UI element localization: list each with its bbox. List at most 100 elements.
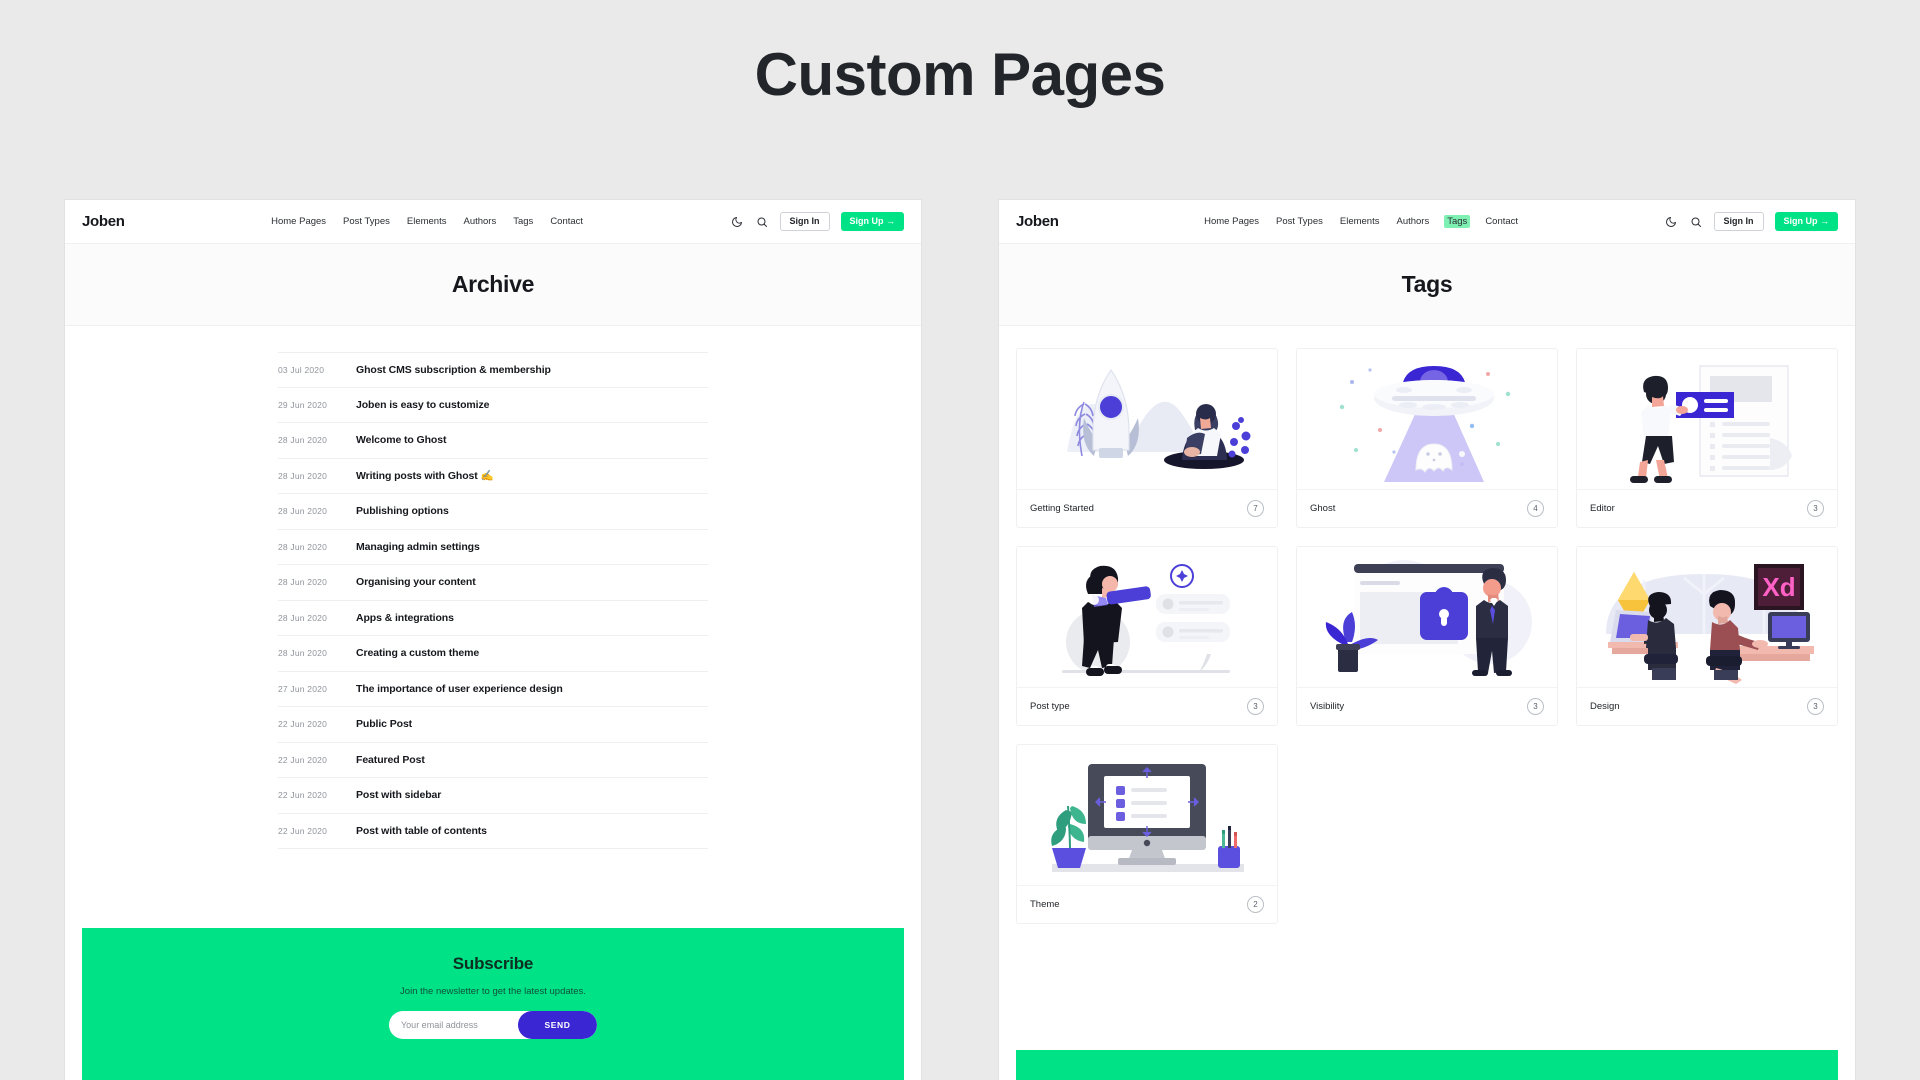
nav-tools-left: Sign In Sign Up →	[730, 212, 904, 231]
moon-icon[interactable]	[1664, 215, 1678, 229]
table-row[interactable]: 28 Jun 2020 Organising your content	[278, 565, 708, 601]
archive-panel: Joben Home Pages Post Types Elements Aut…	[65, 200, 921, 1080]
tag-name: Editor	[1590, 503, 1615, 514]
tag-count-badge: 3	[1807, 500, 1824, 517]
tag-name: Ghost	[1310, 503, 1336, 514]
nav-item-elements[interactable]: Elements	[1338, 215, 1382, 228]
send-button[interactable]: SEND	[518, 1011, 597, 1039]
nav-item-tags[interactable]: Tags	[511, 215, 535, 228]
tag-card-editor[interactable]: Editor 3	[1576, 348, 1838, 528]
tag-name: Getting Started	[1030, 503, 1094, 514]
nav-links-right: Home Pages Post Types Elements Authors T…	[1202, 215, 1520, 228]
tag-grid: Getting Started 7 Ghost 4 Editor 3 Post …	[999, 326, 1855, 924]
sign-in-button[interactable]: Sign In	[779, 212, 830, 231]
table-row[interactable]: 27 Jun 2020 The importance of user exper…	[278, 672, 708, 707]
tag-name: Theme	[1030, 899, 1060, 910]
tag-card-design[interactable]: Xd Design 3	[1576, 546, 1838, 726]
nav-item-authors[interactable]: Authors	[1394, 215, 1431, 228]
nav-item-authors[interactable]: Authors	[461, 215, 498, 228]
nav-item-elements[interactable]: Elements	[405, 215, 449, 228]
archive-list-wrap: 03 Jul 2020 Ghost CMS subscription & mem…	[65, 326, 921, 849]
brand-logo-right[interactable]: Joben	[1016, 213, 1059, 230]
site-nav-left: Joben Home Pages Post Types Elements Aut…	[65, 200, 921, 244]
search-icon[interactable]	[755, 215, 769, 229]
tag-count-badge: 3	[1807, 698, 1824, 715]
table-row[interactable]: 28 Jun 2020 Apps & integrations	[278, 601, 708, 636]
panels-container: Joben Home Pages Post Types Elements Aut…	[0, 200, 1920, 1080]
tag-card-footer: Visibility 3	[1297, 687, 1557, 725]
archive-date: 29 Jun 2020	[278, 399, 327, 410]
table-row[interactable]: 22 Jun 2020 Featured Post	[278, 743, 708, 778]
tags-heading: Tags	[1401, 271, 1453, 297]
table-row[interactable]: 28 Jun 2020 Welcome to Ghost	[278, 423, 708, 459]
archive-date: 22 Jun 2020	[278, 754, 327, 765]
sign-up-button[interactable]: Sign Up →	[1774, 212, 1838, 231]
sign-in-button[interactable]: Sign In	[1713, 212, 1764, 231]
site-nav-right: Joben Home Pages Post Types Elements Aut…	[999, 200, 1855, 244]
archive-date: 22 Jun 2020	[278, 719, 327, 730]
archive-date: 28 Jun 2020	[278, 541, 327, 552]
table-row[interactable]: 22 Jun 2020 Post with table of contents	[278, 814, 708, 849]
tag-card-theme[interactable]: Theme 2	[1016, 744, 1278, 924]
archive-heading: Archive	[451, 271, 535, 297]
archive-date: 03 Jul 2020	[278, 364, 325, 375]
search-icon[interactable]	[1689, 215, 1703, 229]
moon-icon[interactable]	[730, 215, 744, 229]
tag-card-getting-started[interactable]: Getting Started 7	[1016, 348, 1278, 528]
desktop-monitor-illustration	[1017, 745, 1277, 885]
table-row[interactable]: 22 Jun 2020 Public Post	[278, 707, 708, 743]
archive-title: Post with sidebar	[356, 789, 442, 802]
archive-title: Ghost CMS subscription & membership	[356, 363, 551, 376]
subscribe-title: Subscribe	[452, 954, 534, 973]
table-row[interactable]: 28 Jun 2020 Managing admin settings	[278, 530, 708, 565]
nav-item-home-pages[interactable]: Home Pages	[1202, 215, 1261, 228]
table-row[interactable]: 28 Jun 2020 Creating a custom theme	[278, 636, 708, 672]
tag-count-badge: 3	[1527, 698, 1544, 715]
archive-date: 28 Jun 2020	[278, 470, 327, 481]
archive-title: Creating a custom theme	[356, 647, 480, 660]
brand-logo-left[interactable]: Joben	[82, 213, 125, 230]
nav-tools-right: Sign In Sign Up →	[1664, 212, 1838, 231]
page-title: Custom Pages	[754, 41, 1166, 108]
archive-date: 28 Jun 2020	[278, 648, 327, 659]
table-row[interactable]: 28 Jun 2020 Publishing options	[278, 494, 708, 530]
archive-title: Managing admin settings	[356, 540, 480, 553]
sign-up-button[interactable]: Sign Up →	[840, 212, 904, 231]
tag-name: Visibility	[1310, 701, 1345, 712]
archive-date: 27 Jun 2020	[278, 683, 327, 694]
editor-illustration	[1577, 349, 1837, 489]
table-row[interactable]: 03 Jul 2020 Ghost CMS subscription & mem…	[278, 352, 708, 388]
tags-panel: Joben Home Pages Post Types Elements Aut…	[999, 200, 1855, 1080]
subscribe-subtitle: Join the newsletter to get the latest up…	[400, 986, 586, 997]
nav-item-home-pages[interactable]: Home Pages	[269, 215, 328, 228]
nav-item-post-types[interactable]: Post Types	[341, 215, 392, 228]
email-field[interactable]	[401, 1020, 518, 1030]
nav-item-contact[interactable]: Contact	[1483, 215, 1520, 228]
nav-item-tags-active[interactable]: Tags	[1444, 215, 1471, 228]
tags-footer-accent-bar	[1016, 1050, 1838, 1080]
tag-card-post-type[interactable]: Post type 3	[1016, 546, 1278, 726]
tag-card-footer: Design 3	[1577, 687, 1837, 725]
archive-date: 28 Jun 2020	[278, 577, 327, 588]
tag-card-footer: Getting Started 7	[1017, 489, 1277, 527]
table-row[interactable]: 29 Jun 2020 Joben is easy to customize	[278, 388, 708, 423]
nav-item-contact[interactable]: Contact	[548, 215, 585, 228]
tag-name: Design	[1590, 701, 1620, 712]
nav-item-post-types[interactable]: Post Types	[1274, 215, 1325, 228]
archive-title: Organising your content	[356, 576, 476, 589]
tag-card-footer: Editor 3	[1577, 489, 1837, 527]
tag-card-visibility[interactable]: Visibility 3	[1296, 546, 1558, 726]
archive-date: 28 Jun 2020	[278, 435, 327, 446]
tag-card-footer: Theme 2	[1017, 885, 1277, 923]
archive-title: Post with table of contents	[356, 824, 487, 837]
ufo-ghost-illustration	[1297, 349, 1557, 489]
table-row[interactable]: 22 Jun 2020 Post with sidebar	[278, 778, 708, 814]
rocket-illustration	[1017, 349, 1277, 489]
tag-card-ghost[interactable]: Ghost 4	[1296, 348, 1558, 528]
table-row[interactable]: 28 Jun 2020 Writing posts with Ghost ✍️	[278, 459, 708, 494]
tag-name: Post type	[1030, 701, 1070, 712]
subscribe-form: SEND	[389, 1011, 597, 1039]
archive-date: 28 Jun 2020	[278, 612, 327, 623]
archive-date: 28 Jun 2020	[278, 506, 327, 517]
svg-text:Xd: Xd	[1762, 572, 1795, 602]
